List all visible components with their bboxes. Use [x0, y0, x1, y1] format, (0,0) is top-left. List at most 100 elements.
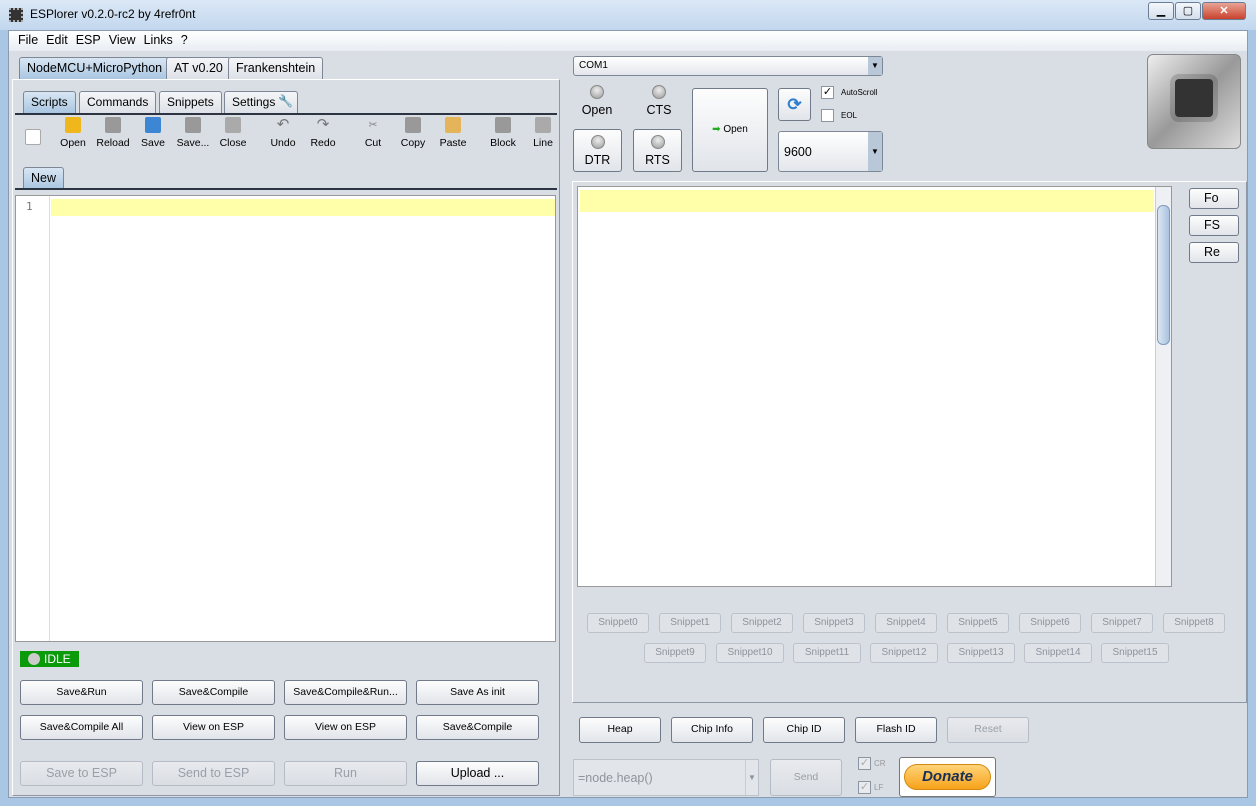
save-compile-all-button[interactable]: Save&Compile All	[20, 715, 143, 740]
open-button[interactable]: Open	[53, 117, 93, 149]
reload-button[interactable]: Reload	[93, 117, 133, 149]
save-button[interactable]: Save	[133, 117, 173, 149]
save-to-esp-button[interactable]: Save to ESP	[20, 761, 143, 786]
snippet-button-13[interactable]: Snippet13	[947, 643, 1015, 663]
copy-icon	[405, 117, 421, 133]
upload-button[interactable]: Upload ...	[416, 761, 539, 786]
cr-checkbox[interactable]: ✓	[858, 757, 871, 770]
menu-esp[interactable]: ESP	[76, 33, 101, 49]
paste-button[interactable]: Paste	[433, 117, 473, 149]
refresh-ports-button[interactable]: ⟳	[778, 88, 811, 121]
snippet-button-0[interactable]: Snippet0	[587, 613, 649, 633]
cut-button[interactable]: ✂ Cut	[353, 117, 393, 149]
tab-commands[interactable]: Commands	[79, 91, 157, 113]
baud-value: 9600	[784, 145, 812, 159]
new-file-button[interactable]	[13, 117, 53, 149]
lf-checkbox[interactable]: ✓	[858, 781, 871, 794]
snippet-button-1[interactable]: Snippet1	[659, 613, 721, 633]
tab-scripts[interactable]: Scripts	[23, 91, 76, 113]
open-port-button[interactable]: ➡ Open	[692, 88, 768, 172]
lf-label: LF	[874, 783, 884, 792]
save-compile-button[interactable]: Save&Compile	[152, 680, 275, 705]
close-button[interactable]: ✕	[1202, 2, 1246, 20]
dtr-toggle[interactable]: DTR	[573, 129, 622, 172]
save-compile-button-2[interactable]: Save&Compile	[416, 715, 539, 740]
save-as-button[interactable]: Save...	[173, 117, 213, 149]
file-tab-new[interactable]: New	[23, 167, 65, 189]
led-icon	[652, 85, 666, 99]
led-icon	[590, 85, 604, 99]
tab-snippets[interactable]: Snippets	[159, 91, 222, 113]
chip-id-button[interactable]: Chip ID	[763, 717, 845, 743]
fs-info-button[interactable]: FS	[1189, 215, 1239, 236]
window-title: ESPlorer v0.2.0-rc2 by 4refr0nt	[30, 7, 196, 21]
chevron-down-icon: ▼	[868, 57, 882, 75]
flash-id-button[interactable]: Flash ID	[855, 717, 937, 743]
app-client: File Edit ESP View Links ? NodeMCU+Micro…	[8, 30, 1248, 798]
chip-info-button[interactable]: Chip Info	[671, 717, 753, 743]
tab-frankenshtein[interactable]: Frankenshtein	[228, 57, 324, 79]
run-button[interactable]: Run	[284, 761, 407, 786]
reload-files-button[interactable]: Re	[1189, 242, 1239, 263]
title-bar: ESPlorer v0.2.0-rc2 by 4refr0nt ▁ ▢ ✕	[0, 0, 1256, 30]
donate-button[interactable]: Donate	[899, 757, 996, 797]
menu-view[interactable]: View	[109, 33, 136, 49]
scrollbar[interactable]	[1155, 187, 1171, 586]
menu-help[interactable]: ?	[181, 33, 188, 49]
command-input[interactable]: =node.heap() ▼	[573, 759, 759, 796]
led-icon	[590, 135, 605, 149]
save-as-init-button[interactable]: Save As init	[416, 680, 539, 705]
terminal-output[interactable]	[577, 186, 1172, 587]
scrollbar-thumb[interactable]	[1157, 205, 1170, 345]
snippet-button-8[interactable]: Snippet8	[1163, 613, 1225, 633]
save-compile-run-button[interactable]: Save&Compile&Run...	[284, 680, 407, 705]
tab-at[interactable]: AT v0.20	[166, 57, 231, 79]
autoscroll-checkbox[interactable]: ✓	[821, 86, 834, 99]
snippet-button-5[interactable]: Snippet5	[947, 613, 1009, 633]
minimize-button[interactable]: ▁	[1148, 2, 1174, 20]
heap-button[interactable]: Heap	[579, 717, 661, 743]
view-on-esp-button[interactable]: View on ESP	[152, 715, 275, 740]
save-label: Save	[141, 137, 165, 149]
undo-button[interactable]: ↶ Undo	[263, 117, 303, 150]
snippet-button-9[interactable]: Snippet9	[644, 643, 706, 663]
script-editor[interactable]: 1	[15, 195, 556, 642]
menu-edit[interactable]: Edit	[46, 33, 68, 49]
save-as-icon	[185, 117, 201, 133]
menu-links[interactable]: Links	[144, 33, 173, 49]
redo-button[interactable]: ↷ Redo	[303, 117, 343, 150]
close-file-button[interactable]: Close	[213, 117, 253, 149]
reset-button[interactable]: Reset	[947, 717, 1029, 743]
current-line-highlight	[580, 190, 1154, 212]
tab-settings[interactable]: Settings 🔧	[224, 91, 299, 113]
snippet-button-14[interactable]: Snippet14	[1024, 643, 1092, 663]
eol-checkbox[interactable]	[821, 109, 834, 122]
send-button[interactable]: Send	[770, 759, 842, 796]
tab-nodemcu[interactable]: NodeMCU+MicroPython	[19, 57, 171, 79]
port-select[interactable]: COM1 ▼	[573, 56, 883, 76]
current-line-highlight	[51, 199, 555, 216]
snippet-button-3[interactable]: Snippet3	[803, 613, 865, 633]
snippet-button-10[interactable]: Snippet10	[716, 643, 784, 663]
copy-button[interactable]: Copy	[393, 117, 433, 149]
view-on-esp-button-2[interactable]: View on ESP	[284, 715, 407, 740]
snippet-button-12[interactable]: Snippet12	[870, 643, 938, 663]
menu-file[interactable]: File	[18, 33, 38, 49]
format-button[interactable]: Fo	[1189, 188, 1239, 209]
snippet-button-6[interactable]: Snippet6	[1019, 613, 1081, 633]
maximize-button[interactable]: ▢	[1175, 2, 1201, 20]
rts-toggle[interactable]: RTS	[633, 129, 682, 172]
close-label: Close	[219, 137, 247, 149]
divider	[15, 113, 557, 115]
snippet-button-7[interactable]: Snippet7	[1091, 613, 1153, 633]
save-run-button[interactable]: Save&Run	[20, 680, 143, 705]
block-button[interactable]: Block	[483, 117, 523, 149]
baud-select[interactable]: 9600 ▼	[778, 131, 883, 172]
snippet-button-11[interactable]: Snippet11	[793, 643, 861, 663]
send-to-esp-button[interactable]: Send to ESP	[152, 761, 275, 786]
snippet-button-4[interactable]: Snippet4	[875, 613, 937, 633]
line-button[interactable]: Line	[523, 117, 563, 149]
snippet-button-15[interactable]: Snippet15	[1101, 643, 1169, 663]
snippet-button-2[interactable]: Snippet2	[731, 613, 793, 633]
copy-label: Copy	[400, 137, 426, 149]
